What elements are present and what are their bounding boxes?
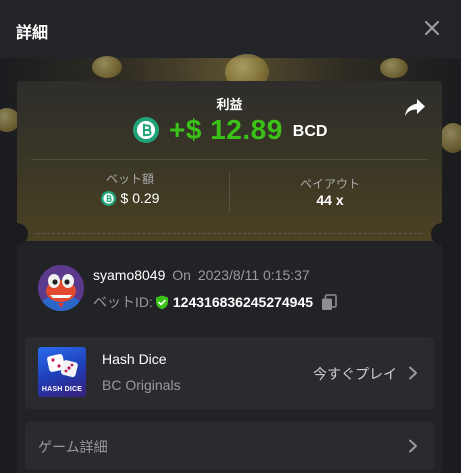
game-name: Hash Dice [102, 351, 167, 367]
bet-id-label: ベットID: [93, 294, 153, 310]
bet-id-value: 124316836245274945 [172, 294, 314, 310]
game-provider: BC Originals [102, 377, 181, 393]
modal-header: 詳細 [0, 0, 461, 58]
bet-amount-value: $ 0.29 [50, 190, 210, 206]
user-line: syamo8049 On 2023/8/11 0:15:37 [93, 267, 310, 283]
username-link[interactable]: syamo8049 [93, 267, 165, 283]
bet-amount-text: $ 0.29 [120, 190, 160, 206]
modal-title: 詳細 [16, 25, 49, 42]
game-details-label: ゲーム詳細 [38, 439, 108, 455]
game-details-row[interactable]: ゲーム詳細 [25, 422, 434, 470]
game-thumbnail: HASH DICE [38, 347, 86, 397]
bet-amount-label: ベット額 [105, 172, 154, 186]
divider [229, 172, 230, 212]
bcd-coin-icon [133, 117, 159, 143]
game-thumbnail-label: HASH DICE [41, 386, 83, 393]
profit-row: +$ 12.89 BCD [133, 114, 327, 146]
divider [31, 159, 428, 160]
profit-currency: BCD [292, 123, 328, 140]
payout-label: ペイアウト [299, 177, 360, 191]
profit-panel: 利益 +$ 12.89 BCD ベット額 $ 0.29 ペイアウト 44 x [17, 81, 442, 241]
profit-amount: +$ 12.89 [169, 114, 283, 145]
profit-label: 利益 [216, 97, 243, 112]
decorative-coin [380, 58, 408, 78]
chevron-right-icon [409, 366, 417, 380]
on-label: On [172, 267, 191, 283]
bcd-coin-icon [100, 190, 116, 206]
shield-check-icon [155, 295, 168, 309]
play-now-link[interactable]: 今すぐプレイ [313, 364, 397, 384]
bet-user-info: syamo8049 On 2023/8/11 0:15:37 ベットID: 12… [38, 265, 418, 315]
bet-timestamp: 2023/8/11 0:15:37 [197, 267, 310, 283]
share-icon[interactable] [404, 98, 426, 118]
decorative-coin [92, 56, 122, 78]
avatar-image [38, 265, 84, 311]
avatar[interactable] [38, 265, 84, 311]
ticket-notch [431, 223, 442, 245]
chevron-right-icon [409, 439, 417, 453]
bet-detail-card: 利益 +$ 12.89 BCD ベット額 $ 0.29 ペイアウト 44 x s… [17, 81, 442, 473]
decorative-coin [440, 123, 461, 153]
game-link-row[interactable]: HASH DICE Hash Dice BC Originals 今すぐプレイ [25, 337, 434, 409]
close-icon[interactable] [419, 15, 445, 41]
copy-icon[interactable] [321, 293, 337, 311]
dashed-separator [37, 233, 422, 234]
bet-id-line: ベットID: 124316836245274945 [93, 292, 337, 312]
payout-value: 44 x [316, 192, 344, 208]
